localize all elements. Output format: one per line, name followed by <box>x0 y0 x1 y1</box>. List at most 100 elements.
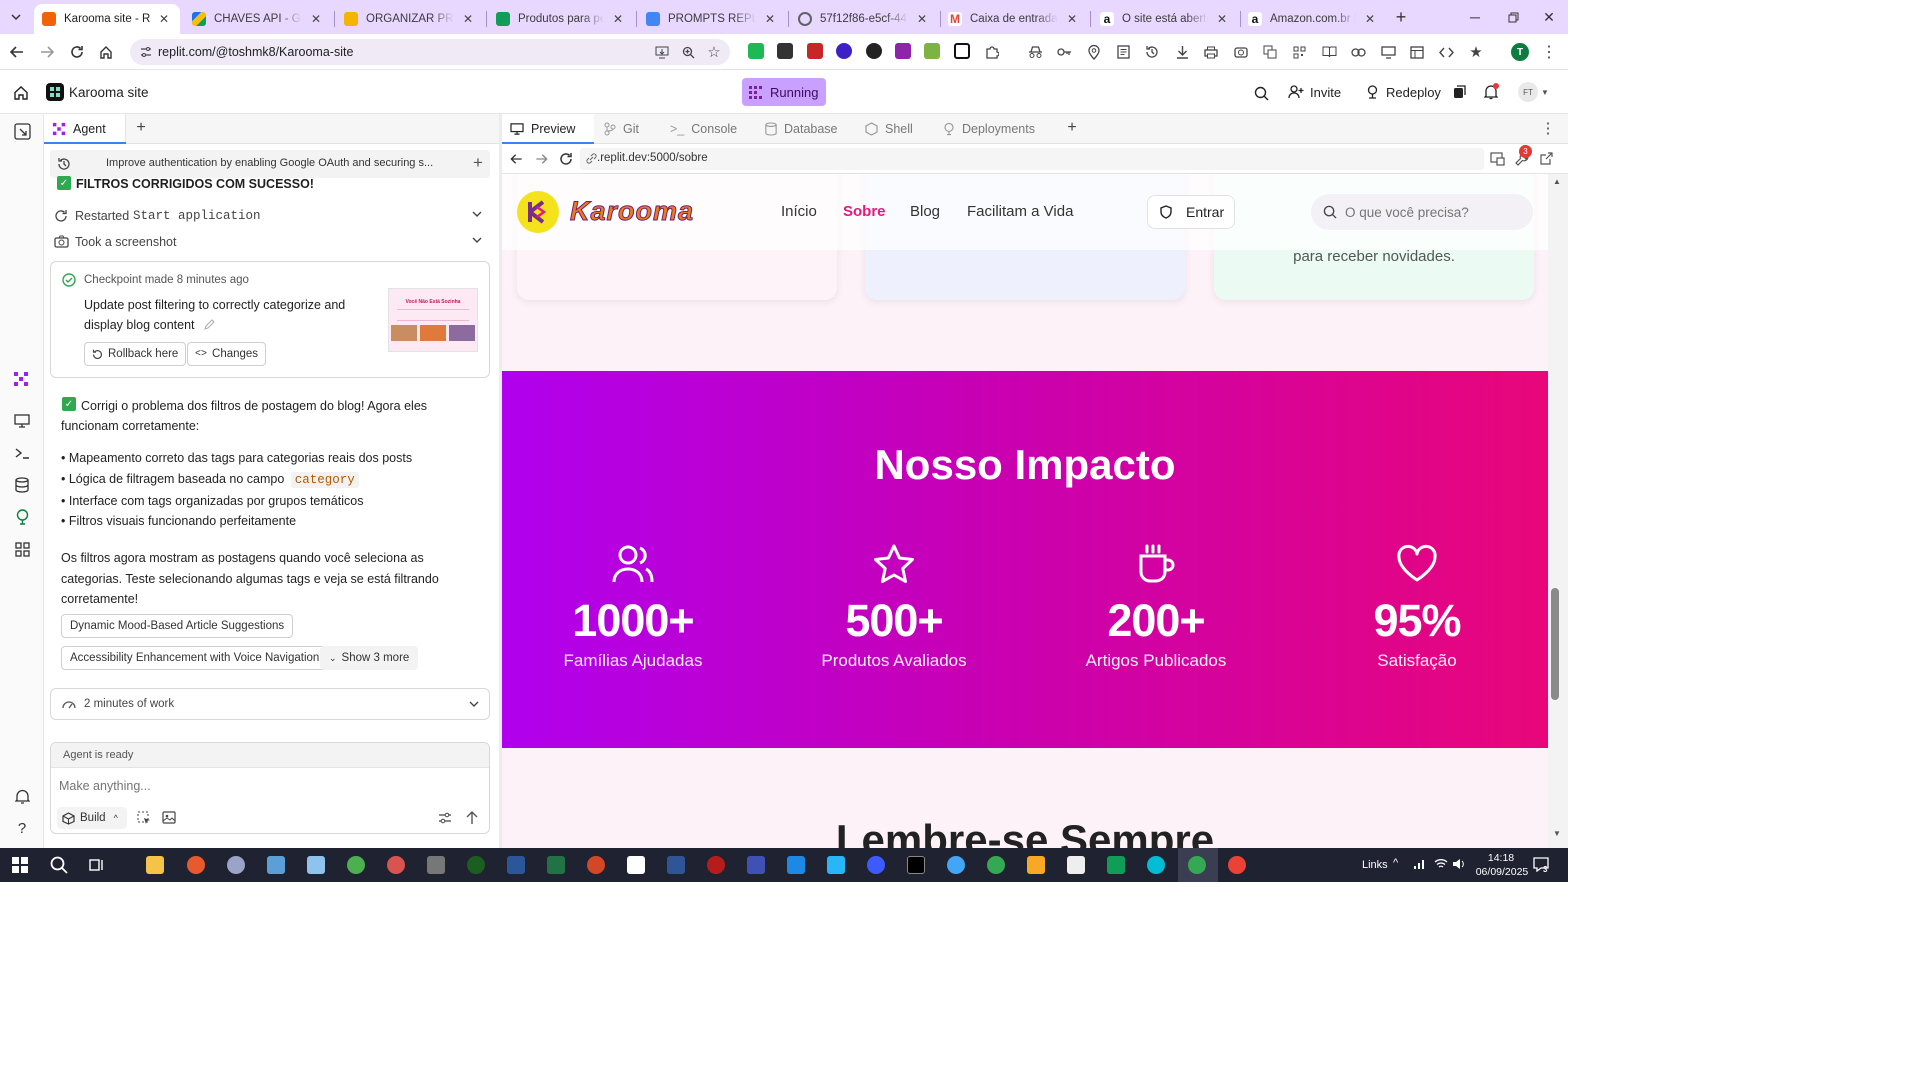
reload-icon[interactable] <box>68 43 86 61</box>
cast-icon[interactable] <box>1379 43 1397 61</box>
windows-start-icon[interactable] <box>12 857 28 873</box>
new-chat-icon[interactable]: + <box>470 153 486 172</box>
login-button[interactable]: Entrar <box>1147 195 1235 229</box>
tab-database[interactable]: Database <box>757 114 846 144</box>
app-icon[interactable] <box>1027 856 1045 874</box>
bookmark-star-icon[interactable]: ☆ <box>706 44 722 61</box>
browser-tab-7[interactable]: a O site está aberto no ✕ <box>1092 4 1238 34</box>
build-mode-button[interactable]: Build ^ <box>57 807 127 829</box>
app-icon[interactable] <box>1147 856 1165 874</box>
send-arrow-icon[interactable] <box>466 811 478 825</box>
zoom-icon[interactable] <box>680 44 696 60</box>
preview-url-input[interactable]: .replit.dev:5000/sobre <box>580 148 1484 170</box>
close-icon[interactable]: ✕ <box>308 11 324 27</box>
show-more-button[interactable]: ⌄ Show 3 more <box>320 646 419 670</box>
back-icon[interactable] <box>510 153 523 165</box>
redeploy-button[interactable]: Redeploy <box>1360 79 1447 105</box>
rollback-button[interactable]: Rollback here <box>84 342 187 366</box>
powershell-icon[interactable] <box>667 856 685 874</box>
tab-git[interactable]: Git <box>596 114 647 144</box>
nav-link-blog[interactable]: Blog <box>910 203 940 220</box>
restart-step[interactable]: Restarted Start application <box>54 208 484 226</box>
chrome-icon[interactable] <box>1228 856 1246 874</box>
project-name[interactable]: Karooma site <box>69 85 149 100</box>
checkpoint-thumbnail[interactable]: Você Não Está Sozinha <box>388 288 478 352</box>
network-icon[interactable] <box>1413 858 1427 870</box>
extension-icon[interactable] <box>807 43 823 59</box>
forward-icon[interactable] <box>535 153 548 165</box>
app-icon[interactable] <box>347 856 365 874</box>
tab-console[interactable]: >_ Console <box>662 114 745 144</box>
close-icon[interactable]: ✕ <box>1214 11 1230 27</box>
user-menu[interactable]: FT ▼ <box>1518 82 1554 102</box>
changes-button[interactable]: <> Changes <box>187 342 267 366</box>
app-icon[interactable] <box>187 856 205 874</box>
profile-avatar[interactable]: T <box>1511 43 1529 61</box>
download-icon[interactable] <box>1173 43 1191 61</box>
app-icon[interactable] <box>227 856 245 874</box>
chat-title[interactable]: Improve authentication by enabling Googl… <box>106 157 433 169</box>
close-icon[interactable]: ✕ <box>156 11 172 27</box>
close-icon[interactable]: ✕ <box>762 11 778 27</box>
code-icon[interactable] <box>1437 43 1455 61</box>
browser-menu-icon[interactable]: ⋮ <box>1540 43 1558 61</box>
app-icon[interactable] <box>747 856 765 874</box>
home-icon[interactable] <box>12 84 30 102</box>
work-summary-card[interactable]: 2 minutes of work <box>50 688 490 720</box>
scroll-thumb[interactable] <box>1551 588 1559 700</box>
history-icon[interactable] <box>57 157 71 171</box>
incognito-icon[interactable] <box>1026 43 1044 61</box>
forward-icon[interactable] <box>38 43 56 61</box>
nav-link-sobre[interactable]: Sobre <box>843 203 886 220</box>
bookmarks-icon[interactable]: ★ <box>1467 43 1485 61</box>
app-icon[interactable] <box>707 856 725 874</box>
run-status-button[interactable]: Running <box>742 78 826 106</box>
screenshot-icon[interactable] <box>1232 43 1250 61</box>
terminal-icon[interactable] <box>907 856 925 874</box>
taskbar-search-icon[interactable] <box>50 856 68 874</box>
browser-tab-5[interactable]: 57f12f86-e5cf-44fe-a ✕ <box>790 4 938 34</box>
help-icon[interactable]: ? <box>13 819 31 837</box>
image-attach-icon[interactable] <box>162 811 176 824</box>
all-tools-icon[interactable] <box>13 540 31 558</box>
extension-icon[interactable] <box>777 43 793 59</box>
copy-icon[interactable] <box>1452 84 1468 100</box>
chrome-icon[interactable] <box>1188 856 1206 874</box>
volume-icon[interactable] <box>1452 858 1466 870</box>
app-icon[interactable] <box>387 856 405 874</box>
back-icon[interactable] <box>8 43 26 61</box>
browser-tab-2[interactable]: ORGANIZAR PRODUT ✕ <box>336 4 484 34</box>
app-icon[interactable] <box>427 856 445 874</box>
close-icon[interactable]: ✕ <box>610 11 626 27</box>
close-icon[interactable]: ✕ <box>1362 11 1378 27</box>
tab-preview[interactable]: Preview <box>502 114 594 144</box>
preview-icon[interactable] <box>13 412 31 430</box>
browser-tab-0[interactable]: Karooma site - Replit ✕ <box>34 4 180 34</box>
app-icon[interactable] <box>307 856 325 874</box>
pencil-icon[interactable] <box>203 319 215 331</box>
tab-agent[interactable]: Agent <box>44 114 126 144</box>
tab-deployments[interactable]: Deployments <box>935 114 1043 144</box>
deployments-icon[interactable] <box>13 508 31 526</box>
scroll-up-icon[interactable]: ▲ <box>1553 177 1561 186</box>
suggestion-chip[interactable]: Dynamic Mood-Based Article Suggestions <box>61 614 294 638</box>
database-icon[interactable] <box>13 476 31 494</box>
drive-icon[interactable] <box>1107 856 1125 874</box>
extension-icon[interactable] <box>748 43 764 59</box>
calculator-icon[interactable] <box>267 856 285 874</box>
restore-icon[interactable] <box>1504 8 1522 26</box>
invite-button[interactable]: Invite <box>1282 79 1347 105</box>
qr-code-icon[interactable] <box>1290 43 1308 61</box>
preview-scrollbar[interactable]: ▲ ▼ <box>1548 174 1568 848</box>
history-icon[interactable] <box>1143 43 1161 61</box>
excel-icon[interactable] <box>547 856 565 874</box>
reload-icon[interactable] <box>559 152 573 166</box>
wifi-icon[interactable] <box>1434 858 1448 870</box>
alerts-icon[interactable] <box>13 787 31 805</box>
extension-icon[interactable] <box>924 43 940 59</box>
install-app-icon[interactable] <box>654 44 670 60</box>
key-icon[interactable] <box>1055 43 1073 61</box>
translate-icon[interactable] <box>1261 43 1279 61</box>
app-icon[interactable] <box>827 856 845 874</box>
table-icon[interactable] <box>1408 43 1426 61</box>
